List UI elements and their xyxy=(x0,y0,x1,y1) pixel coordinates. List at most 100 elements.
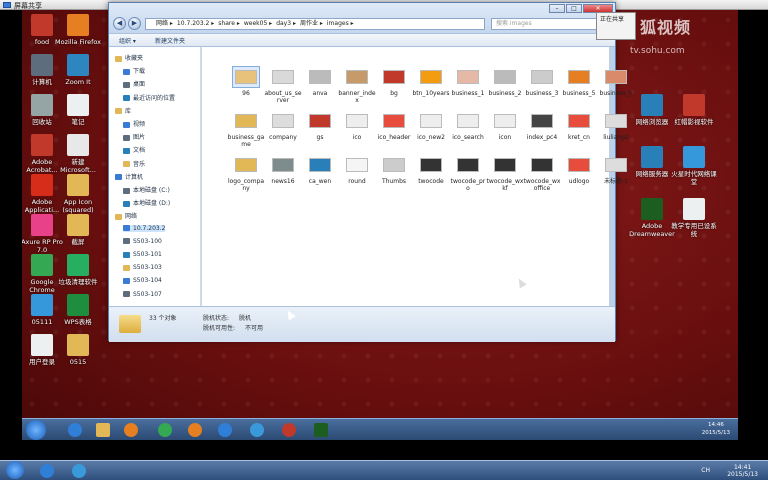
nav-item[interactable]: S503-100 xyxy=(123,238,162,245)
desktop-icon[interactable]: 教学专用已设系统 xyxy=(670,198,718,238)
file-item[interactable]: bg xyxy=(375,67,413,97)
nav-item[interactable]: S503-101 xyxy=(123,251,162,258)
address-segment[interactable]: share ▸ xyxy=(218,20,240,27)
file-item[interactable]: gs xyxy=(301,111,339,141)
file-item[interactable]: logo_company xyxy=(227,155,265,192)
chrome-taskbar-icon[interactable] xyxy=(152,421,178,439)
file-item[interactable]: udlogo xyxy=(560,155,598,185)
desktop-icon[interactable]: Mozilla Firefox xyxy=(54,14,102,46)
address-segment[interactable]: images ▸ xyxy=(327,20,354,27)
nav-item[interactable]: S503-103 xyxy=(123,264,162,271)
new-folder-button[interactable]: 新建文件夹 xyxy=(155,36,185,45)
sharing-popup[interactable]: 正在共享 xyxy=(596,12,636,40)
nav-item[interactable]: 文档 xyxy=(123,145,145,154)
file-item[interactable]: ico xyxy=(338,111,376,141)
desktop-icon[interactable]: 红帽影视软件 xyxy=(670,94,718,126)
file-item[interactable]: btn_10years xyxy=(412,67,450,97)
media-taskbar-icon[interactable] xyxy=(118,421,144,439)
organize-button[interactable]: 组织 ▾ xyxy=(119,36,136,45)
file-item[interactable]: banner_index xyxy=(338,67,376,104)
file-item[interactable]: company xyxy=(264,111,302,141)
desktop-icon[interactable]: 截屏 xyxy=(54,214,102,246)
ie-taskbar-icon[interactable] xyxy=(62,421,88,439)
back-button[interactable]: ◀ xyxy=(113,17,126,30)
ime-indicator[interactable]: CH xyxy=(701,467,710,474)
file-item[interactable]: Thumbs xyxy=(375,155,413,185)
file-item[interactable]: business_6 xyxy=(597,67,635,97)
file-item[interactable]: twocode_wxoffice xyxy=(523,155,561,192)
file-name: kret_cn xyxy=(568,134,590,141)
file-item[interactable]: business_1 xyxy=(449,67,487,97)
explorer-taskbar-icon[interactable] xyxy=(90,421,116,439)
file-item[interactable]: twocode_wxkf xyxy=(486,155,524,192)
file-item[interactable]: ico_search xyxy=(449,111,487,141)
desktop-icon[interactable]: 新建 Microsoft... xyxy=(54,134,102,174)
local-start-button[interactable] xyxy=(6,461,24,479)
nav-item[interactable]: 下载 xyxy=(123,66,145,75)
desktop-icon-image xyxy=(31,14,53,36)
file-item[interactable]: ca_wen xyxy=(301,155,339,185)
desktop-icon[interactable]: App Icon (squared) xyxy=(54,174,102,214)
desktop-icon[interactable]: 网络浏览器 xyxy=(628,94,676,126)
firefox-taskbar-icon[interactable] xyxy=(182,421,208,439)
nav-item[interactable]: S503-107 xyxy=(123,291,162,298)
file-item[interactable]: twocode_pro xyxy=(449,155,487,192)
file-item[interactable]: round xyxy=(338,155,376,185)
nav-item[interactable]: 10.7.203.2 xyxy=(123,224,166,232)
address-segment[interactable]: 周作业 ▸ xyxy=(300,20,323,27)
desktop-icon[interactable]: 火星时代网络课堂 xyxy=(670,146,718,186)
user-taskbar-icon[interactable] xyxy=(276,421,302,439)
ie2-taskbar-icon[interactable] xyxy=(212,421,238,439)
nav-item[interactable]: 网络 xyxy=(115,211,137,220)
nav-item[interactable]: 计算机 xyxy=(115,172,143,181)
desktop-icon[interactable]: Zoom It xyxy=(54,54,102,86)
address-bar[interactable]: 网络 ▸ 10.7.203.2 ▸ share ▸ week05 ▸ day3 ▸ 周作业… xyxy=(145,18,485,30)
desktop-icon[interactable]: Adobe Dreamweaver xyxy=(628,198,676,238)
file-item[interactable]: business_3 xyxy=(523,67,561,97)
nav-item[interactable]: 最近访问的位置 xyxy=(123,93,175,102)
nav-item[interactable]: 本地磁盘 (D:) xyxy=(123,198,170,207)
nav-item[interactable]: 本地磁盘 (C:) xyxy=(123,185,170,194)
maximize-button[interactable]: □ xyxy=(566,4,582,13)
address-segment[interactable]: day3 ▸ xyxy=(276,20,296,27)
nav-item[interactable]: 图片 xyxy=(123,132,145,141)
search-input[interactable]: 搜索 images xyxy=(491,18,609,30)
file-item[interactable]: index_pc4 xyxy=(523,111,561,141)
file-item[interactable]: liuliang2 xyxy=(597,111,635,141)
address-segment[interactable]: 10.7.203.2 ▸ xyxy=(177,20,214,27)
desktop-icon[interactable]: 网络服务器 xyxy=(628,146,676,178)
nav-item[interactable]: S503-104 xyxy=(123,277,162,284)
file-item[interactable]: about_us_server xyxy=(264,67,302,104)
file-item[interactable]: twocode xyxy=(412,155,450,185)
nav-item[interactable]: 库 xyxy=(115,106,131,115)
file-item[interactable]: 96 xyxy=(227,66,265,97)
remote-start-button[interactable] xyxy=(26,420,46,440)
file-item[interactable]: business_2 xyxy=(486,67,524,97)
nav-item[interactable]: 收藏夹 xyxy=(115,53,143,62)
address-segment[interactable]: 网络 ▸ xyxy=(156,20,173,27)
file-item[interactable]: ico_header xyxy=(375,111,413,141)
forward-button[interactable]: ▶ xyxy=(128,17,141,30)
local-ie-icon[interactable] xyxy=(34,462,60,480)
file-item[interactable]: news16 xyxy=(264,155,302,185)
desktop-icon[interactable]: 0515 xyxy=(54,334,102,366)
desktop-icon-label: 垃圾清理软件 xyxy=(58,278,98,286)
desktop-icon[interactable]: 垃圾清理软件 xyxy=(54,254,102,286)
desktop-icon[interactable]: WPS表格 xyxy=(54,294,102,326)
network-taskbar-icon[interactable] xyxy=(244,421,270,439)
file-item[interactable]: business_game xyxy=(227,111,265,148)
file-item[interactable]: ico_new2 xyxy=(412,111,450,141)
nav-item[interactable]: 音乐 xyxy=(123,159,145,168)
file-item[interactable]: anva xyxy=(301,67,339,97)
nav-item[interactable]: 视频 xyxy=(123,119,145,128)
file-item[interactable]: business_5 xyxy=(560,67,598,97)
local-network-icon[interactable] xyxy=(66,462,92,480)
address-segment[interactable]: week05 ▸ xyxy=(244,20,272,27)
minimize-button[interactable]: – xyxy=(549,4,565,13)
file-item[interactable]: icon xyxy=(486,111,524,141)
nav-item[interactable]: 桌面 xyxy=(123,79,145,88)
dreamweaver-taskbar-icon[interactable] xyxy=(308,421,334,439)
file-item[interactable]: 未标题-1 xyxy=(597,155,635,185)
desktop-icon[interactable]: 笔记 xyxy=(54,94,102,126)
file-item[interactable]: kret_cn xyxy=(560,111,598,141)
